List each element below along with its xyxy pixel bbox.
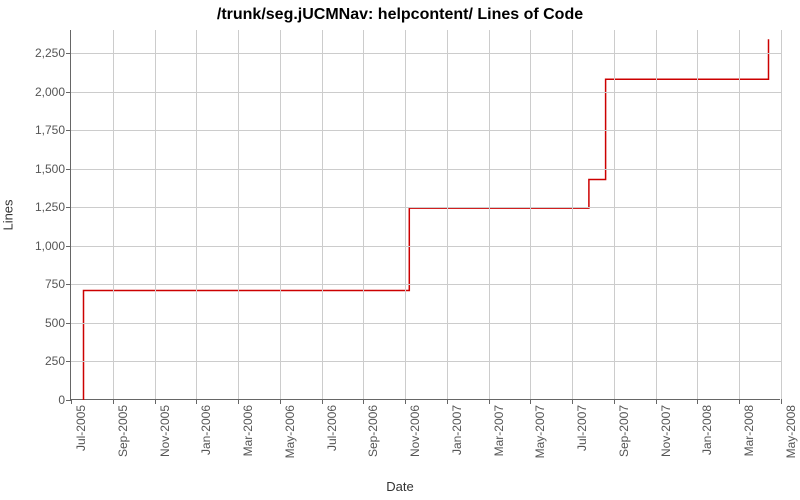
y-tick-mark bbox=[66, 92, 71, 93]
x-tick-label: Nov-2005 bbox=[158, 405, 172, 457]
line-series bbox=[71, 30, 781, 400]
grid-line-h bbox=[71, 284, 781, 285]
grid-line-v bbox=[155, 30, 156, 400]
y-tick-label: 250 bbox=[5, 354, 65, 368]
y-tick-label: 750 bbox=[5, 277, 65, 291]
y-tick-label: 1,500 bbox=[5, 162, 65, 176]
x-tick-label: Sep-2005 bbox=[116, 405, 130, 457]
x-tick-label: Jan-2008 bbox=[700, 405, 714, 455]
x-tick-label: Nov-2007 bbox=[659, 405, 673, 457]
x-tick-label: Sep-2007 bbox=[617, 405, 631, 457]
x-tick-label: May-2008 bbox=[784, 405, 798, 458]
grid-line-v bbox=[363, 30, 364, 400]
x-tick-mark bbox=[739, 399, 740, 404]
grid-line-v bbox=[614, 30, 615, 400]
y-tick-label: 0 bbox=[5, 393, 65, 407]
x-tick-mark bbox=[363, 399, 364, 404]
x-tick-label: Mar-2008 bbox=[742, 405, 756, 456]
x-tick-mark bbox=[489, 399, 490, 404]
chart-title: /trunk/seg.jUCMNav: helpcontent/ Lines o… bbox=[0, 6, 800, 24]
x-tick-mark bbox=[113, 399, 114, 404]
x-tick-mark bbox=[530, 399, 531, 404]
grid-line-h bbox=[71, 207, 781, 208]
x-tick-label: May-2007 bbox=[533, 405, 547, 458]
y-tick-mark bbox=[66, 246, 71, 247]
x-tick-label: Jul-2005 bbox=[74, 405, 88, 451]
x-tick-mark bbox=[280, 399, 281, 404]
grid-line-v bbox=[196, 30, 197, 400]
x-tick-mark bbox=[447, 399, 448, 404]
grid-line-h bbox=[71, 53, 781, 54]
line-path bbox=[84, 39, 769, 400]
y-tick-mark bbox=[66, 53, 71, 54]
grid-line-v bbox=[781, 30, 782, 400]
y-tick-mark bbox=[66, 323, 71, 324]
grid-line-h bbox=[71, 323, 781, 324]
y-tick-label: 1,000 bbox=[5, 239, 65, 253]
x-tick-label: Mar-2006 bbox=[241, 405, 255, 456]
x-tick-mark bbox=[572, 399, 573, 404]
y-tick-label: 2,000 bbox=[5, 85, 65, 99]
x-tick-mark bbox=[71, 399, 72, 404]
y-tick-label: 2,250 bbox=[5, 46, 65, 60]
x-tick-label: Jul-2006 bbox=[325, 405, 339, 451]
x-tick-mark bbox=[656, 399, 657, 404]
grid-line-h bbox=[71, 169, 781, 170]
y-tick-mark bbox=[66, 361, 71, 362]
y-tick-mark bbox=[66, 130, 71, 131]
grid-line-h bbox=[71, 92, 781, 93]
grid-line-v bbox=[113, 30, 114, 400]
grid-line-v bbox=[405, 30, 406, 400]
plot-area bbox=[70, 30, 780, 400]
y-tick-mark bbox=[66, 284, 71, 285]
x-tick-mark bbox=[614, 399, 615, 404]
y-tick-label: 1,250 bbox=[5, 200, 65, 214]
grid-line-v bbox=[530, 30, 531, 400]
grid-line-h bbox=[71, 246, 781, 247]
x-tick-label: Sep-2006 bbox=[366, 405, 380, 457]
x-tick-label: Jul-2007 bbox=[575, 405, 589, 451]
grid-line-v bbox=[447, 30, 448, 400]
x-tick-label: Mar-2007 bbox=[492, 405, 506, 456]
grid-line-v bbox=[238, 30, 239, 400]
x-tick-label: May-2006 bbox=[283, 405, 297, 458]
grid-line-v bbox=[697, 30, 698, 400]
y-tick-mark bbox=[66, 169, 71, 170]
x-tick-mark bbox=[238, 399, 239, 404]
x-tick-mark bbox=[781, 399, 782, 404]
x-tick-label: Jan-2006 bbox=[199, 405, 213, 455]
grid-line-v bbox=[280, 30, 281, 400]
x-axis-label: Date bbox=[0, 479, 800, 494]
x-tick-label: Nov-2006 bbox=[408, 405, 422, 457]
y-tick-mark bbox=[66, 207, 71, 208]
grid-line-v bbox=[489, 30, 490, 400]
grid-line-v bbox=[572, 30, 573, 400]
y-tick-label: 500 bbox=[5, 316, 65, 330]
x-tick-mark bbox=[697, 399, 698, 404]
grid-line-h bbox=[71, 130, 781, 131]
y-tick-label: 1,750 bbox=[5, 123, 65, 137]
x-tick-mark bbox=[322, 399, 323, 404]
x-tick-mark bbox=[196, 399, 197, 404]
grid-line-v bbox=[322, 30, 323, 400]
grid-line-v bbox=[739, 30, 740, 400]
x-tick-mark bbox=[405, 399, 406, 404]
grid-line-v bbox=[656, 30, 657, 400]
grid-line-h bbox=[71, 361, 781, 362]
x-tick-mark bbox=[155, 399, 156, 404]
x-tick-label: Jan-2007 bbox=[450, 405, 464, 455]
